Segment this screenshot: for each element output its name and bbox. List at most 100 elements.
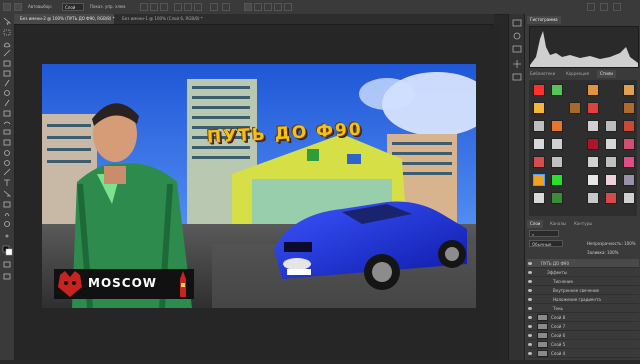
style-swatch[interactable] [533, 102, 545, 114]
move-tool-icon [3, 17, 12, 26]
3d-slide-icon[interactable] [284, 3, 292, 11]
visibility-eye-icon[interactable] [528, 298, 532, 301]
tab-adjustments[interactable]: Коррекция [563, 70, 592, 78]
style-swatch[interactable] [551, 156, 563, 168]
style-swatch[interactable] [587, 192, 599, 204]
tab-histogram[interactable]: Гистограмма [527, 16, 561, 24]
style-swatch[interactable] [605, 138, 617, 150]
tab-document-2[interactable]: Без имени-2 @ 100% (ПУТЬ ДО Ф90, RGB/8) … [14, 14, 115, 24]
visibility-eye-icon[interactable] [528, 289, 532, 292]
more-options-icon[interactable] [222, 3, 230, 11]
opacity-field[interactable]: Непрозрачность: 100% [587, 240, 637, 247]
3d-mode-icon[interactable] [244, 3, 252, 11]
panel-icon-strip [508, 14, 525, 360]
workspace-icon[interactable] [600, 3, 608, 11]
blend-mode-select[interactable]: Обычные [529, 240, 563, 247]
tab-paths[interactable]: Контуры [571, 220, 595, 228]
layer-effect-row[interactable]: Эффекты [527, 268, 639, 277]
style-swatch[interactable] [551, 192, 563, 204]
tab-styles[interactable]: Стили [597, 70, 616, 78]
layer-effect-row[interactable]: Тиснение [527, 277, 639, 286]
rectangle-tool-icon [3, 201, 11, 208]
visibility-eye-icon[interactable] [528, 352, 532, 355]
style-swatch[interactable] [605, 174, 617, 186]
fill-field[interactable]: Заливка: 100% [587, 249, 637, 256]
style-swatch-selected[interactable] [533, 174, 545, 186]
visibility-eye-icon[interactable] [528, 325, 532, 328]
style-swatch[interactable] [623, 84, 635, 96]
panel-icons [512, 19, 522, 81]
share-icon[interactable] [613, 3, 621, 11]
3d-roll-icon[interactable] [264, 3, 272, 11]
distribute-icon[interactable] [210, 3, 218, 11]
style-swatch[interactable] [605, 120, 617, 132]
style-swatch[interactable] [623, 138, 635, 150]
visibility-eye-icon[interactable] [528, 316, 532, 319]
properties-panel-icon [512, 45, 522, 53]
style-swatch[interactable] [569, 102, 581, 114]
tab-layers[interactable]: Слои [527, 220, 544, 228]
align-right-icon[interactable] [160, 3, 168, 11]
style-swatch[interactable] [587, 102, 599, 114]
style-swatch[interactable] [605, 192, 617, 204]
autoselect-select[interactable]: Слой [62, 3, 84, 11]
layer-row[interactable]: ПУТЬ ДО Ф90 [527, 259, 639, 268]
document-canvas[interactable]: ПУТЬ ДО Ф90 MOSCOW [42, 64, 476, 308]
layer-row[interactable]: Слой 8 [527, 313, 639, 322]
style-swatch[interactable] [551, 84, 563, 96]
align-bottom-icon[interactable] [194, 3, 202, 11]
style-swatch[interactable] [623, 102, 635, 114]
align-middle-icon[interactable] [184, 3, 192, 11]
layer-effect-row[interactable]: Наложение градиента [527, 295, 639, 304]
layer-row[interactable]: Слой 7 [527, 322, 639, 331]
layer-row[interactable]: Слой 5 [527, 340, 639, 349]
style-swatch[interactable] [587, 138, 599, 150]
document-tabs: Без имени-2 @ 100% (ПУТЬ ДО Ф90, RGB/8) … [14, 14, 494, 25]
search-icon[interactable] [587, 3, 595, 11]
layer-effect-row[interactable]: Внутреннее свечение [527, 286, 639, 295]
visibility-eye-icon[interactable] [528, 343, 532, 346]
layer-effect-row[interactable]: Тень [527, 304, 639, 313]
style-swatch[interactable] [587, 174, 599, 186]
tab-channels[interactable]: Каналы [547, 220, 569, 228]
style-swatch[interactable] [587, 156, 599, 168]
align-center-icon[interactable] [150, 3, 158, 11]
style-swatch[interactable] [551, 120, 563, 132]
style-swatch[interactable] [623, 156, 635, 168]
move-tool-icon[interactable] [14, 3, 22, 11]
crop-tool-icon [3, 60, 11, 67]
style-swatch[interactable] [551, 174, 563, 186]
visibility-eye-icon[interactable] [528, 307, 532, 310]
style-swatch[interactable] [551, 138, 563, 150]
visibility-eye-icon[interactable] [528, 262, 532, 265]
layer-filter-select[interactable]: ⌕ [529, 230, 559, 237]
style-swatch[interactable] [533, 156, 545, 168]
layer-name: Слой 8 [551, 315, 566, 320]
style-swatch[interactable] [623, 120, 635, 132]
align-left-icon[interactable] [140, 3, 148, 11]
visibility-eye-icon[interactable] [528, 334, 532, 337]
transform-controls-checkbox[interactable]: Показ. упр. элем. [90, 2, 127, 12]
style-swatch[interactable] [587, 84, 599, 96]
tab-libraries[interactable]: Библиотеки [527, 70, 558, 78]
style-swatch[interactable] [533, 84, 545, 96]
background-color-swatch [5, 248, 13, 256]
style-swatch[interactable] [587, 120, 599, 132]
style-swatch[interactable] [533, 138, 545, 150]
layer-thumbnail [537, 323, 548, 330]
style-swatch[interactable] [623, 174, 635, 186]
style-swatch[interactable] [533, 192, 545, 204]
3d-pan-icon[interactable] [274, 3, 282, 11]
visibility-eye-icon[interactable] [528, 271, 532, 274]
visibility-eye-icon[interactable] [528, 280, 532, 283]
home-icon[interactable] [3, 3, 11, 11]
3d-rotate-icon[interactable] [254, 3, 262, 11]
style-swatch[interactable] [623, 192, 635, 204]
style-swatch[interactable] [533, 120, 545, 132]
align-top-icon[interactable] [174, 3, 182, 11]
style-swatch[interactable] [605, 156, 617, 168]
layer-row[interactable]: Слой 4 [527, 349, 639, 358]
tab-document-1[interactable]: Без имени-1 @ 100% (Слой 6, RGB/8) * [116, 14, 208, 24]
layer-row[interactable]: Слой 6 [527, 331, 639, 340]
tool-icons [2, 17, 13, 280]
